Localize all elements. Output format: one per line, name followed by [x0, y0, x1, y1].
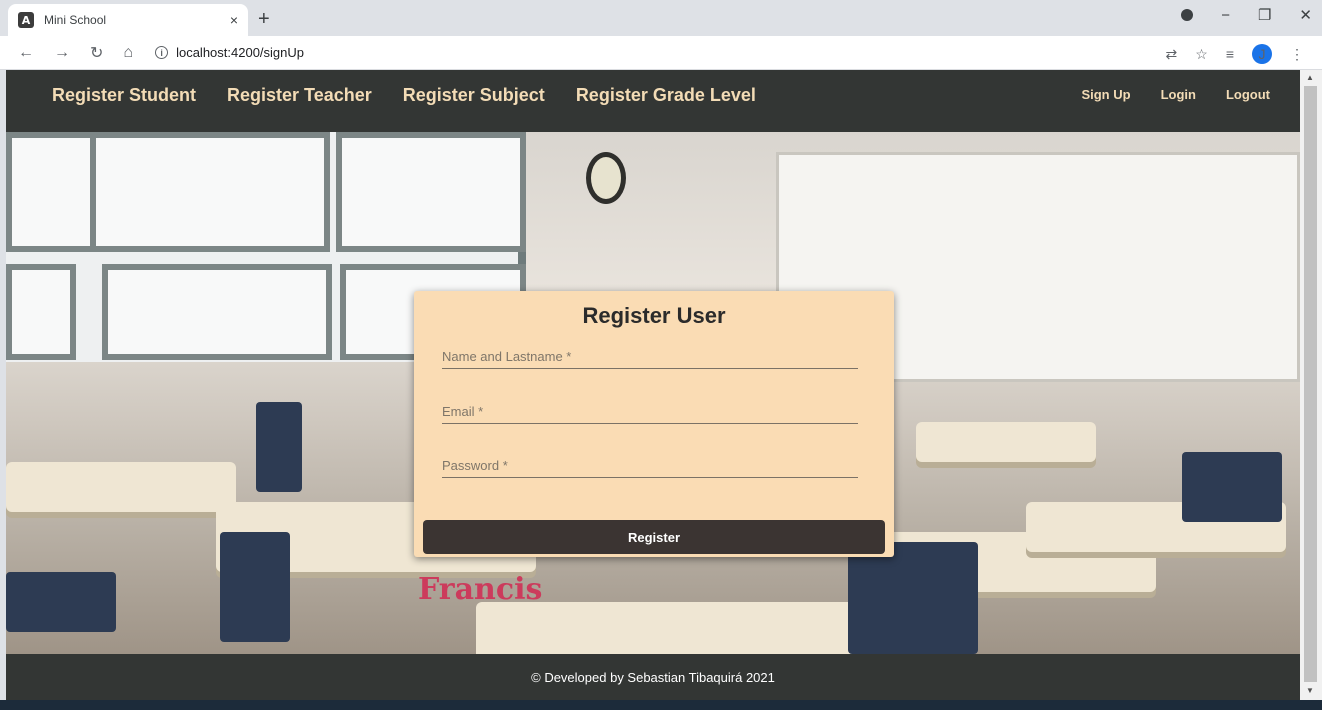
- recording-icon[interactable]: [1181, 9, 1194, 21]
- close-window-icon[interactable]: ✕: [1299, 6, 1312, 24]
- nav-buttons: ← → ↻ ⌂: [0, 43, 133, 63]
- window-pane: [336, 132, 526, 252]
- minimize-icon[interactable]: −: [1221, 7, 1230, 24]
- scroll-down-icon[interactable]: ▼: [1306, 686, 1314, 695]
- nav-logout[interactable]: Logout: [1226, 87, 1270, 102]
- top-navbar: Register Student Register Teacher Regist…: [6, 70, 1300, 132]
- restore-icon[interactable]: ❐: [1258, 6, 1271, 24]
- email-input[interactable]: [442, 400, 858, 422]
- scroll-thumb[interactable]: [1304, 86, 1317, 682]
- name-tag-sign: Francis: [418, 572, 543, 607]
- nav-register-teacher[interactable]: Register Teacher: [227, 85, 372, 106]
- url-field[interactable]: i localhost:4200/signUp: [155, 45, 304, 60]
- window-pane: [90, 132, 330, 252]
- nav-register-grade-level[interactable]: Register Grade Level: [576, 85, 756, 106]
- browser-tab-bar: A Mini School × + − ❐ ✕: [0, 0, 1322, 36]
- email-field: [442, 400, 858, 424]
- wall-clock: [586, 152, 626, 204]
- form-title: Register User: [582, 303, 726, 328]
- name-input[interactable]: [442, 345, 858, 367]
- window-controls: − ❐ ✕: [1181, 6, 1312, 24]
- desk: [916, 422, 1096, 462]
- bookmark-star-icon[interactable]: ☆: [1195, 46, 1208, 63]
- register-user-card: Register User Register: [414, 291, 894, 557]
- toolbar-icons: ⇄ ☆ ≡ J ⋮: [1166, 44, 1304, 64]
- scroll-up-icon[interactable]: ▲: [1306, 73, 1314, 82]
- password-field: [442, 454, 858, 478]
- window-pane: [6, 132, 96, 252]
- reading-list-icon[interactable]: ≡: [1226, 46, 1234, 62]
- home-icon[interactable]: ⌂: [123, 44, 133, 62]
- reload-icon[interactable]: ↻: [90, 43, 103, 63]
- page-footer: © Developed by Sebastian Tibaquirá 2021: [6, 654, 1300, 700]
- menu-dots-icon[interactable]: ⋮: [1290, 46, 1304, 63]
- nav-login[interactable]: Login: [1161, 87, 1196, 102]
- back-icon[interactable]: ←: [18, 44, 34, 62]
- close-tab-icon[interactable]: ×: [230, 12, 238, 28]
- info-icon[interactable]: i: [155, 46, 169, 59]
- chair: [848, 542, 978, 654]
- os-taskbar: [0, 700, 1322, 710]
- window-pane: [6, 264, 76, 360]
- vertical-scrollbar[interactable]: ▲ ▼: [1300, 70, 1322, 700]
- chair: [1182, 452, 1282, 522]
- nav-register-student[interactable]: Register Student: [52, 85, 196, 106]
- tab-title: Mini School: [44, 13, 107, 27]
- url-text: localhost:4200/signUp: [176, 45, 304, 60]
- angular-icon: A: [18, 12, 34, 28]
- nav-right-links: Sign Up Login Logout: [1081, 87, 1270, 102]
- classroom-background-image: Francis Register User Register: [6, 132, 1300, 654]
- nav-left-links: Register Student Register Teacher Regist…: [6, 85, 756, 118]
- name-field: [442, 345, 858, 369]
- desk: [476, 602, 856, 654]
- new-tab-icon[interactable]: +: [258, 8, 270, 31]
- footer-text: © Developed by Sebastian Tibaquirá 2021: [531, 669, 775, 685]
- nav-sign-up[interactable]: Sign Up: [1081, 87, 1130, 102]
- nav-register-subject[interactable]: Register Subject: [403, 85, 545, 106]
- register-button[interactable]: Register: [423, 520, 885, 554]
- chair: [6, 572, 116, 632]
- chair: [220, 532, 290, 642]
- desk: [6, 462, 236, 512]
- profile-avatar[interactable]: J: [1252, 44, 1272, 64]
- page-viewport: Register Student Register Teacher Regist…: [6, 70, 1300, 700]
- forward-icon[interactable]: →: [54, 44, 70, 62]
- chair: [256, 402, 302, 492]
- browser-tab[interactable]: A Mini School ×: [8, 4, 248, 36]
- address-bar: ← → ↻ ⌂ i localhost:4200/signUp ⇄ ☆ ≡ J …: [0, 36, 1322, 70]
- password-input[interactable]: [442, 454, 858, 476]
- window-pane: [102, 264, 332, 360]
- translate-icon[interactable]: ⇄: [1166, 46, 1178, 63]
